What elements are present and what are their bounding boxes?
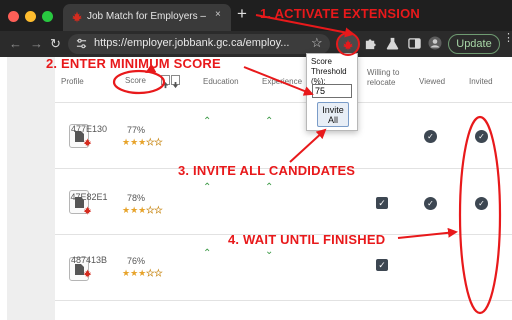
candidate-score: 78% (126, 193, 145, 203)
step2-annotation: 2. ENTER MINIMUM SCORE (46, 56, 221, 71)
reload-button[interactable]: ↻ (50, 36, 61, 51)
back-button[interactable]: ← (9, 36, 22, 51)
candidate-id[interactable]: 487413B (69, 255, 109, 265)
score-threshold-input[interactable] (312, 84, 352, 98)
maple-leaf-icon (83, 206, 92, 215)
tab-title: Job Match for Employers – Emp (87, 11, 207, 22)
star-filled-icon: ★ (122, 268, 131, 278)
maple-leaf-icon (83, 138, 92, 147)
site-settings-icon[interactable] (76, 38, 87, 49)
star-rating: ★★★★★ (122, 205, 163, 216)
step4-annotation: 4. WAIT UNTIL FINISHED (228, 232, 386, 247)
star-rating: ★★★★★ (122, 268, 163, 279)
star-empty-icon: ★ (154, 205, 163, 216)
extension-popup: Score Threshold (%): Invite All (306, 53, 358, 131)
education-chevron-up-icon: ⌃ (203, 182, 212, 193)
address-bar[interactable]: https://employer.jobbank.gc.ca/employ...… (68, 34, 330, 54)
candidate-id[interactable]: 47E82E1 (69, 192, 109, 202)
header-score[interactable]: Score (125, 76, 146, 86)
sort-ascending-icon[interactable] (161, 75, 170, 89)
experience-chevron-up-icon: ⌃ (265, 182, 274, 193)
sort-descending-icon[interactable] (171, 75, 180, 89)
flask-icon[interactable] (386, 37, 399, 50)
maple-leaf-favicon-icon (72, 11, 82, 23)
score-threshold-label: Score Threshold (%): (311, 57, 347, 86)
star-filled-icon: ★ (122, 205, 131, 215)
star-filled-icon: ★ (122, 137, 131, 147)
update-button[interactable]: Update (448, 34, 500, 54)
header-profile: Profile (61, 77, 84, 86)
url-text: https://employer.jobbank.gc.ca/employ... (94, 37, 290, 49)
star-filled-icon: ★ (130, 268, 139, 278)
minimize-window-button[interactable] (25, 11, 36, 22)
bookmark-star-icon[interactable]: ☆ (311, 35, 323, 51)
header-willing-to-relocate: Willing to relocate (367, 68, 400, 87)
maple-leaf-extension-icon[interactable] (342, 39, 354, 51)
profile-avatar-icon[interactable] (428, 36, 442, 50)
experience-chevron-up-icon: ⌃ (265, 116, 274, 127)
screenshot: Job Match for Employers – Emp × + ← → ↻ … (0, 0, 512, 320)
step1-annotation: 1. ACTIVATE EXTENSION (260, 6, 420, 21)
invite-all-button[interactable]: Invite All (317, 102, 349, 127)
star-empty-icon: ★ (154, 137, 163, 148)
new-tab-button[interactable]: + (237, 4, 247, 24)
education-chevron-up-icon: ⌃ (203, 248, 212, 259)
table-row[interactable]: 47E82E1 78% ★★★★★ ⌃ ⌃ ✓ ✓ ✓ (55, 169, 512, 235)
browser-toolbar: ← → ↻ https://employer.jobbank.gc.ca/emp… (0, 31, 512, 57)
experience-chevron-down-icon: ⌄ (265, 246, 274, 257)
maple-leaf-icon (83, 269, 92, 278)
job-match-page: Profile Score Education Experience Willi… (0, 57, 512, 320)
viewed-check-icon: ✓ (424, 130, 437, 143)
header-viewed: Viewed (419, 77, 446, 86)
sidebar-panel-icon[interactable] (408, 37, 421, 50)
star-rating: ★★★★★ (122, 137, 163, 148)
candidate-score: 76% (126, 256, 145, 266)
education-chevron-up-icon: ⌃ (203, 116, 212, 127)
maximize-window-button[interactable] (42, 11, 53, 22)
star-filled-icon: ★ (130, 137, 139, 147)
browser-tab-active[interactable]: Job Match for Employers – Emp × (63, 4, 231, 31)
header-education: Education (203, 77, 239, 86)
close-window-button[interactable] (8, 11, 19, 22)
willing-to-relocate-check-icon: ✓ (376, 197, 388, 209)
viewed-check-icon: ✓ (424, 197, 437, 210)
candidate-score: 77% (126, 125, 145, 135)
star-filled-icon: ★ (130, 205, 139, 215)
header-experience: Experience (262, 77, 303, 86)
invited-check-icon: ✓ (475, 197, 488, 210)
browser-menu-icon[interactable]: ⋮ (503, 33, 512, 44)
willing-to-relocate-check-icon: ✓ (376, 259, 388, 271)
table-row[interactable]: 477E130 77% ★★★★★ ⌃ ⌃ ✓ ✓ (55, 103, 512, 169)
forward-button[interactable]: → (30, 36, 43, 51)
candidate-id[interactable]: 477E130 (69, 124, 109, 134)
star-empty-icon: ★ (154, 268, 163, 279)
invited-check-icon: ✓ (475, 130, 488, 143)
step3-annotation: 3. INVITE ALL CANDIDATES (178, 163, 356, 178)
left-column-band (7, 57, 55, 320)
puzzle-extensions-icon[interactable] (364, 37, 377, 50)
browser-tab-bar: Job Match for Employers – Emp × + (0, 0, 512, 31)
header-invited: Invited (469, 77, 493, 86)
tab-close-icon[interactable]: × (215, 9, 221, 20)
